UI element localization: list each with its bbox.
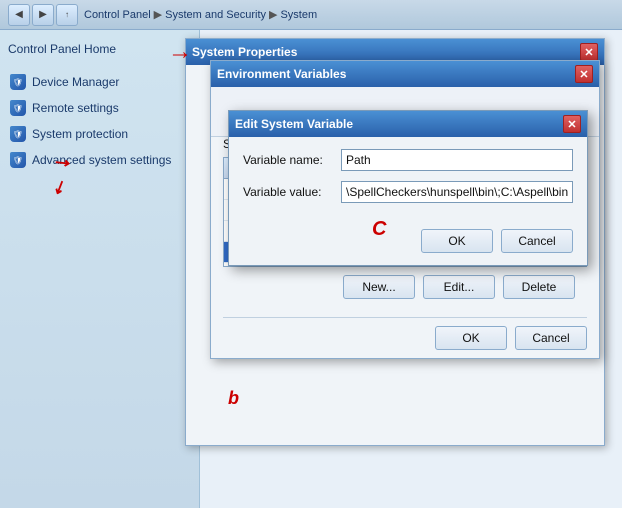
env-vars-close[interactable]: ✕ bbox=[575, 65, 593, 83]
up-button[interactable]: ↑ bbox=[56, 4, 78, 26]
edit-var-dialog: Edit System Variable ✕ Variable name: Va… bbox=[228, 110, 588, 266]
variable-name-input[interactable] bbox=[341, 149, 573, 171]
edit-var-buttons: OK Cancel bbox=[229, 225, 587, 265]
variable-value-label: Variable value: bbox=[243, 185, 333, 199]
sidebar-item-remote-settings[interactable]: 🛡 Remote settings bbox=[8, 96, 191, 120]
sidebar-label-advanced: Advanced system settings bbox=[32, 153, 171, 167]
forward-button[interactable]: ▶ bbox=[32, 4, 54, 26]
system-properties-close[interactable]: ✕ bbox=[580, 43, 598, 61]
sidebar-item-device-manager[interactable]: 🛡 Device Manager bbox=[8, 70, 191, 94]
env-vars-bottom-buttons: OK Cancel bbox=[211, 318, 599, 358]
breadcrumb-control-panel[interactable]: Control Panel bbox=[84, 9, 151, 21]
env-vars-ok[interactable]: OK bbox=[435, 326, 507, 350]
delete-var-button[interactable]: Delete bbox=[503, 275, 575, 299]
shield-icon-advanced: 🛡 bbox=[10, 152, 26, 168]
edit-var-close[interactable]: ✕ bbox=[563, 115, 581, 133]
system-properties-title: System Properties bbox=[192, 45, 297, 59]
env-vars-titlebar: Environment Variables ✕ bbox=[211, 61, 599, 87]
shield-icon-device: 🛡 bbox=[10, 74, 26, 90]
breadcrumb-system[interactable]: System bbox=[280, 9, 317, 21]
env-vars-title: Environment Variables bbox=[217, 67, 346, 81]
env-vars-cancel[interactable]: Cancel bbox=[515, 326, 587, 350]
edit-var-title: Edit System Variable bbox=[235, 117, 353, 131]
title-bar: ◀ ▶ ↑ Control Panel ▶ System and Securit… bbox=[0, 0, 622, 30]
sidebar-item-system-protection[interactable]: 🛡 System protection bbox=[8, 122, 191, 146]
breadcrumb: Control Panel ▶ System and Security ▶ Sy… bbox=[84, 8, 317, 21]
sidebar-home[interactable]: Control Panel Home bbox=[8, 42, 191, 56]
variable-value-input[interactable] bbox=[341, 181, 573, 203]
sidebar-label-device-manager: Device Manager bbox=[32, 75, 119, 89]
variable-name-row: Variable name: bbox=[243, 149, 573, 171]
variable-value-row: Variable value: bbox=[243, 181, 573, 203]
vars-action-buttons: New... Edit... Delete bbox=[223, 267, 587, 307]
sidebar-item-advanced-system[interactable]: 🛡 Advanced system settings bbox=[8, 148, 191, 172]
edit-var-button[interactable]: Edit... bbox=[423, 275, 495, 299]
back-button[interactable]: ◀ bbox=[8, 4, 30, 26]
edit-var-titlebar: Edit System Variable ✕ bbox=[229, 111, 587, 137]
breadcrumb-system-security[interactable]: System and Security bbox=[165, 9, 266, 21]
shield-icon-remote: 🛡 bbox=[10, 100, 26, 116]
shield-icon-protection: 🛡 bbox=[10, 126, 26, 142]
edit-var-ok[interactable]: OK bbox=[421, 229, 493, 253]
edit-var-cancel[interactable]: Cancel bbox=[501, 229, 573, 253]
new-var-button[interactable]: New... bbox=[343, 275, 415, 299]
nav-buttons: ◀ ▶ ↑ bbox=[8, 4, 78, 26]
variable-name-label: Variable name: bbox=[243, 153, 333, 167]
sidebar: Control Panel Home 🛡 Device Manager 🛡 Re… bbox=[0, 30, 200, 508]
sidebar-label-system-protection: System protection bbox=[32, 127, 128, 141]
sidebar-label-remote-settings: Remote settings bbox=[32, 101, 119, 115]
edit-var-body: Variable name: Variable value: bbox=[229, 137, 587, 225]
